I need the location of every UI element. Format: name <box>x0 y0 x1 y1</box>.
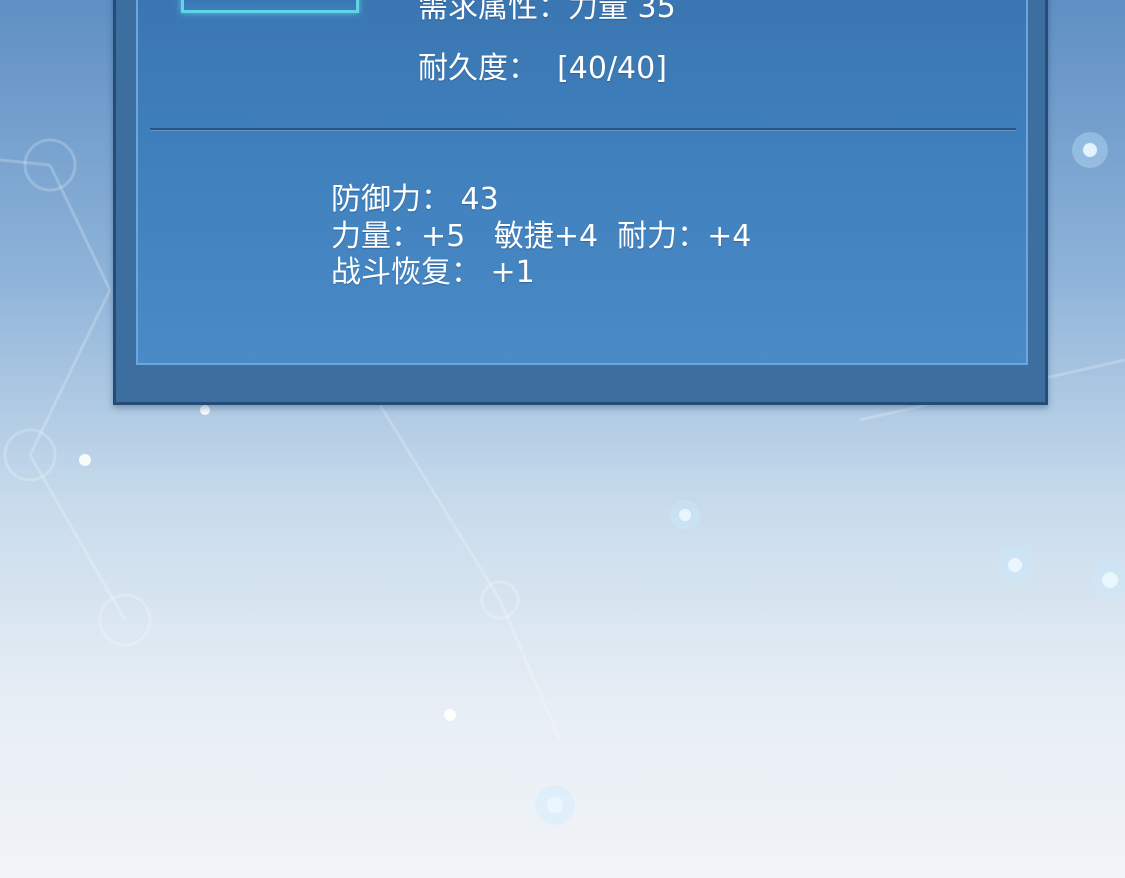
item-thumbnail <box>181 0 359 13</box>
stat-defense: 防御力： 43 <box>331 182 499 217</box>
section-divider <box>150 128 1016 130</box>
stat-combat-recovery: 战斗恢复： +1 <box>331 255 535 290</box>
item-requirement: 需求属性：力量 35 <box>418 0 676 25</box>
item-durability: 耐久度： [40/40] <box>418 51 667 86</box>
stat-bonuses: 力量：+5 敏捷+4 耐力：+4 <box>331 219 752 254</box>
item-info-panel-body: 需求属性：力量 35 耐久度： [40/40] 防御力： 43 力量：+5 敏捷… <box>136 0 1028 365</box>
item-info-panel: 需求属性：力量 35 耐久度： [40/40] 防御力： 43 力量：+5 敏捷… <box>113 0 1048 405</box>
